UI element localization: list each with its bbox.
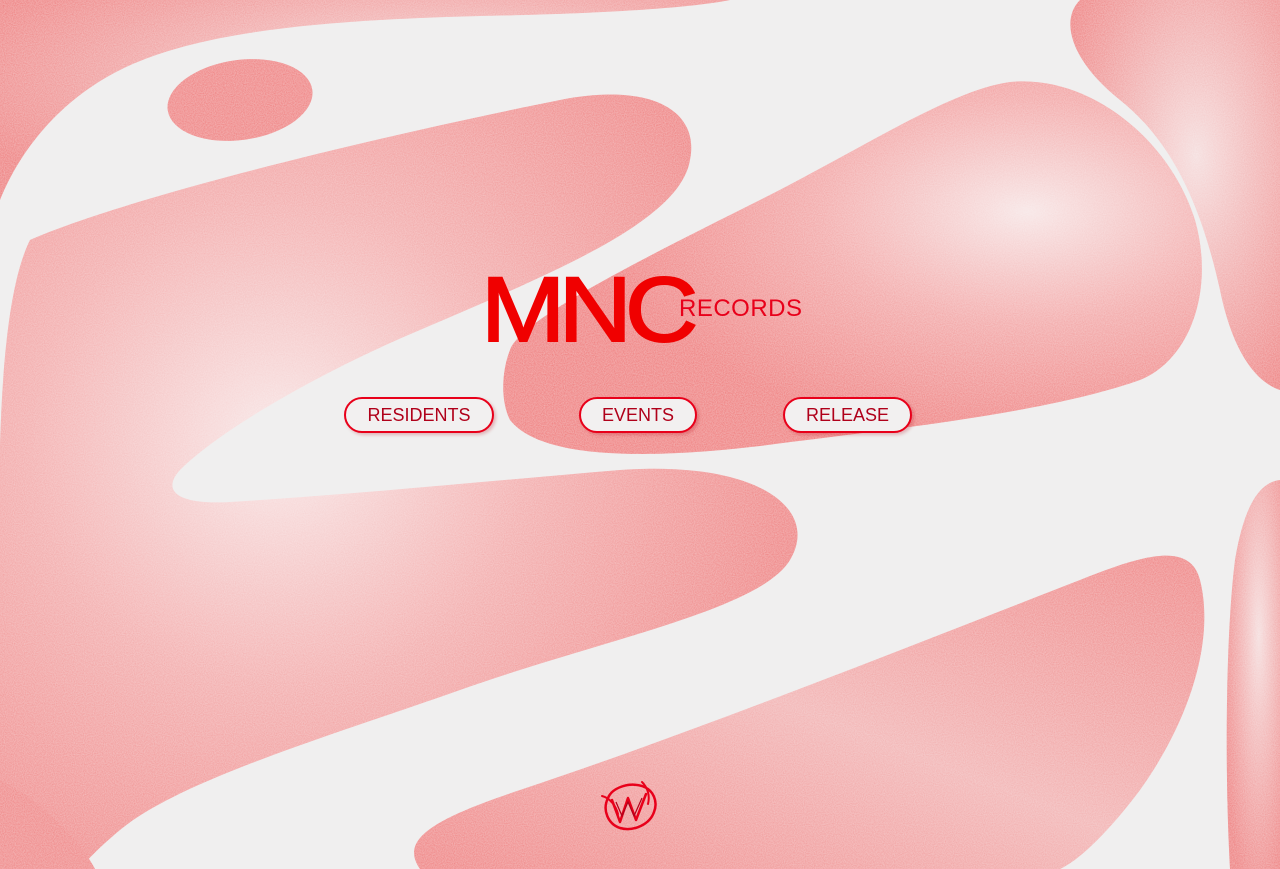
mnc-emblem-icon[interactable]	[598, 776, 662, 836]
blob-far-right-bottom	[1226, 480, 1280, 869]
landing-page: MNC RECORDS RESIDENTS EVENTS RELEASE	[0, 0, 1280, 869]
release-button[interactable]: RELEASE	[783, 397, 912, 433]
logo-wordmark: MNC	[480, 259, 699, 361]
events-button[interactable]: EVENTS	[579, 397, 697, 433]
brand-logo[interactable]: MNC RECORDS	[480, 259, 803, 361]
background-blobs	[0, 0, 1280, 869]
blob-small-oval	[167, 59, 313, 141]
residents-button[interactable]: RESIDENTS	[344, 397, 494, 433]
logo-subtitle: RECORDS	[679, 295, 803, 322]
